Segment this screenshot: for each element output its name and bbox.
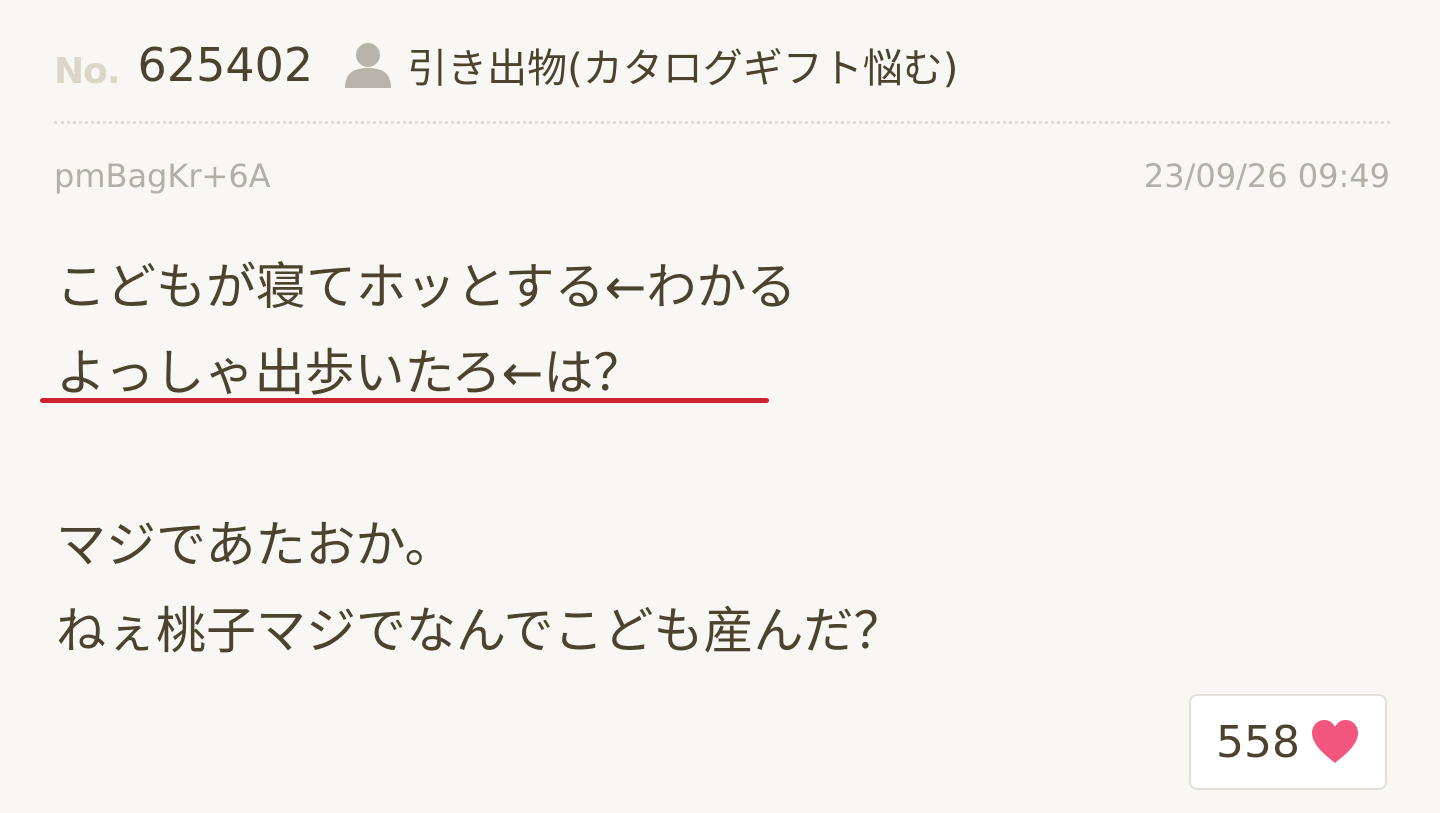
post-number-prefix: No. bbox=[54, 50, 121, 92]
post-body-line bbox=[56, 416, 904, 502]
thread-title[interactable]: 引き出物(カタログギフト悩む) bbox=[407, 36, 958, 94]
post-body-line: こどもが寝てホッとする←わかる bbox=[56, 258, 797, 316]
post-body: こどもが寝てホッとする←わかる よっしゃ出歩いたろ←は？ マジであたおか。 ねぇ… bbox=[56, 244, 904, 674]
post-body-line: マジであたおか。 bbox=[56, 516, 455, 574]
post-card: No. 625402 引き出物(カタログギフト悩む) pmBagKr+6A 23… bbox=[0, 0, 1440, 813]
heart-icon bbox=[1310, 719, 1360, 765]
like-button[interactable]: 558 bbox=[1189, 694, 1387, 790]
user-icon bbox=[343, 40, 393, 90]
post-body-line: よっしゃ出歩いたろ←は？ bbox=[56, 344, 644, 402]
header-divider bbox=[54, 121, 1390, 124]
red-underline-annotation bbox=[40, 398, 769, 403]
post-header: No. 625402 引き出物(カタログギフト悩む) bbox=[54, 30, 958, 100]
post-body-line: ねぇ桃子マジでなんでこども産んだ？ bbox=[56, 602, 904, 660]
poster-id[interactable]: pmBagKr+6A bbox=[54, 157, 271, 195]
post-timestamp: 23/09/26 09:49 bbox=[1143, 157, 1390, 195]
post-number[interactable]: 625402 bbox=[138, 38, 314, 92]
like-count: 558 bbox=[1216, 716, 1300, 768]
post-meta: pmBagKr+6A 23/09/26 09:49 bbox=[54, 153, 1390, 203]
